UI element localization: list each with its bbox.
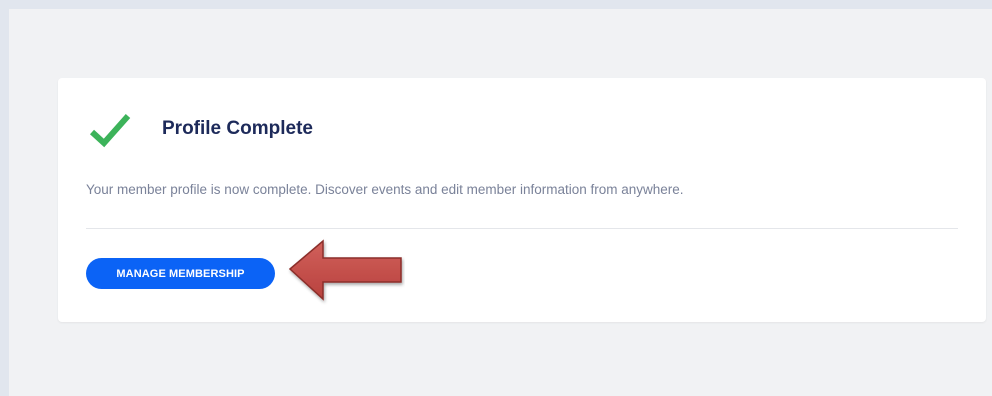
profile-complete-card: Profile Complete Your member profile is … (58, 78, 986, 322)
manage-membership-button[interactable]: MANAGE MEMBERSHIP (86, 258, 275, 289)
left-band (0, 0, 9, 396)
left-arrow-icon (288, 239, 402, 301)
page: Profile Complete Your member profile is … (0, 0, 992, 396)
top-band (0, 0, 992, 9)
divider (86, 228, 958, 229)
card-title: Profile Complete (162, 118, 313, 139)
checkmark-icon (89, 114, 131, 148)
card-description: Your member profile is now complete. Dis… (86, 182, 684, 197)
